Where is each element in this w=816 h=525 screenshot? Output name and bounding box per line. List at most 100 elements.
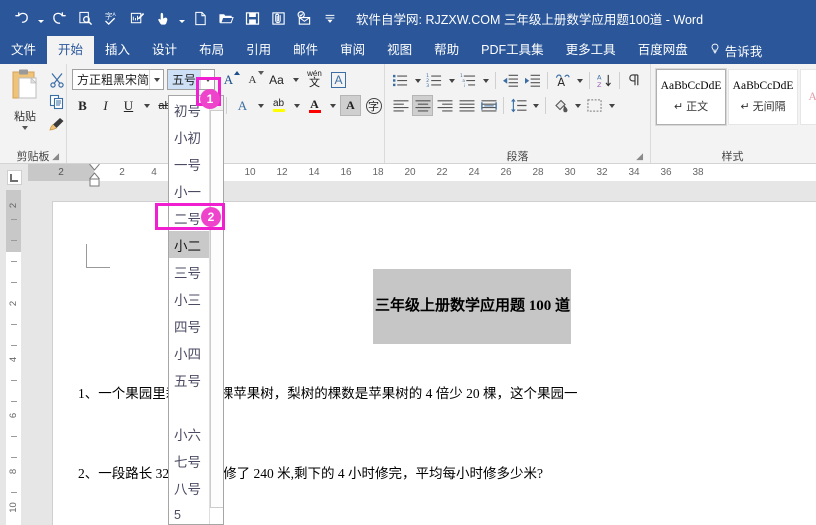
sort-icon[interactable]: AZ [594,70,615,91]
align-center-icon[interactable] [412,95,433,116]
font-size-dropdown-list[interactable]: 初号 小初 一号 小一 二号 小二 三号 小三 四号 小四 五号 小六 七号 八… [168,95,224,525]
numbering-icon[interactable]: 123 [424,70,445,91]
decrease-indent-icon[interactable] [500,70,521,91]
borders-dropdown-icon[interactable] [606,95,617,116]
edit-chart-icon[interactable] [125,6,149,30]
clipboard-dialog-launcher-icon[interactable]: ◢ [52,151,59,162]
font-size-option-xiaoliu[interactable]: 小六 [169,420,210,447]
tab-help[interactable]: 帮助 [423,36,470,64]
tab-review[interactable]: 审阅 [329,36,376,64]
show-paragraph-marks-icon[interactable] [624,70,645,91]
vertical-ruler[interactable]: 2 2 4 6 8 10 [0,190,28,525]
borders-icon[interactable] [584,95,605,116]
tab-file[interactable]: 文件 [0,36,47,64]
redo-icon[interactable] [47,6,71,30]
tab-references[interactable]: 引用 [235,36,282,64]
font-size-option-xiaosan[interactable]: 小三 [169,285,210,312]
font-size-option-xiaoyi[interactable]: 小一 [169,177,210,204]
shading-dropdown-icon[interactable] [572,95,583,116]
document-workspace[interactable]: 三年级上册数学应用题 100 道 1、一个果园里栽了 125 棵苹果树，梨树的棵… [28,190,816,525]
tab-baidu-netdisk[interactable]: 百度网盘 [627,36,699,64]
tab-pdf-tools[interactable]: PDF工具集 [470,36,555,64]
paste-button[interactable]: 粘贴 [5,68,45,133]
bullets-icon[interactable] [390,70,411,91]
font-size-option-sihao[interactable]: 四号 [169,312,210,339]
asian-layout-dropdown-icon[interactable] [574,70,585,91]
tab-stop-selector[interactable] [0,164,28,190]
document-paragraph-2[interactable]: 2、一段路长 324 米,已经修了 240 米,剩下的 4 小时修完，平均每小时… [78,462,543,482]
font-size-option-yihao[interactable]: 一号 [169,150,210,177]
tab-layout[interactable]: 布局 [188,36,235,64]
bullets-dropdown-icon[interactable] [412,70,423,91]
increase-indent-icon[interactable] [522,70,543,91]
distribute-icon[interactable] [478,95,499,116]
font-size-option-sanhao[interactable]: 三号 [169,258,210,285]
new-document-icon[interactable] [188,6,212,30]
touch-mode-dropdown-icon[interactable] [177,7,186,29]
grow-font-button[interactable]: A [218,69,240,90]
change-case-dropdown-icon[interactable] [290,69,301,90]
email-icon[interactable] [292,6,316,30]
touch-mode-icon[interactable] [151,6,175,30]
multilevel-dropdown-icon[interactable] [480,70,491,91]
char-border-button[interactable]: A [328,69,349,90]
font-color-dropdown-icon[interactable] [327,95,338,116]
font-size-option-wuhao[interactable]: 五号 [169,366,210,393]
tab-view[interactable]: 视图 [376,36,423,64]
horizontal-ruler[interactable]: 2 2 4 6 8 10 12 14 16 18 20 22 24 26 28 … [28,164,816,190]
spelling-check-icon[interactable]: 字 A [99,6,123,30]
enclose-character-button[interactable]: 字 [363,95,384,116]
undo-dropdown-icon[interactable] [36,7,45,29]
italic-button[interactable]: I [95,95,116,116]
font-size-option-qihao[interactable]: 七号 [169,447,210,474]
underline-button[interactable]: U [118,95,139,116]
document-page[interactable]: 三年级上册数学应用题 100 道 1、一个果园里栽了 125 棵苹果树，梨树的棵… [52,201,816,525]
save-icon[interactable] [240,6,264,30]
numbering-dropdown-icon[interactable] [446,70,457,91]
highlight-dropdown-icon[interactable] [291,95,302,116]
undo-icon[interactable] [10,6,34,30]
shading-icon[interactable] [550,95,571,116]
font-size-option-5[interactable]: 5 [169,501,210,524]
open-folder-icon[interactable] [214,6,238,30]
phonetic-guide-button[interactable]: wén 文 [304,69,325,90]
font-size-option-xiaochu[interactable]: 小初 [169,123,210,150]
line-spacing-dropdown-icon[interactable] [530,95,541,116]
tab-mailings[interactable]: 邮件 [282,36,329,64]
attach-icon[interactable] [266,6,290,30]
font-name-dropdown-icon[interactable] [149,70,163,89]
font-name-combobox[interactable]: 方正粗黑宋简 [72,69,164,90]
cut-icon[interactable] [47,70,67,89]
style-heading-partial[interactable]: AaB [800,69,816,125]
justify-icon[interactable] [456,95,477,116]
font-size-option-xiaoer[interactable]: 小二 [169,231,210,258]
char-shading-button[interactable]: A [340,95,361,116]
tab-more-tools[interactable]: 更多工具 [555,36,627,64]
paste-dropdown-icon[interactable] [22,126,28,130]
format-painter-icon[interactable] [47,114,67,133]
align-right-icon[interactable] [434,95,455,116]
document-paragraph-1[interactable]: 1、一个果园里栽了 125 棵苹果树，梨树的棵数是苹果树的 4 倍少 20 棵，… [78,382,578,402]
bold-button[interactable]: B [72,95,93,116]
shrink-font-button[interactable]: A [242,69,264,90]
text-effects-dropdown-icon[interactable] [255,95,266,116]
line-spacing-icon[interactable] [508,95,529,116]
copy-icon[interactable] [47,92,67,111]
tab-insert[interactable]: 插入 [94,36,141,64]
underline-dropdown-icon[interactable] [141,95,152,116]
first-line-indent-marker[interactable] [88,164,100,190]
font-color-button[interactable]: A [304,95,325,116]
tab-home[interactable]: 开始 [47,36,95,64]
scrollbar-thumb[interactable] [210,110,223,508]
style-no-spacing[interactable]: AaBbCcDdE ↵ 无间隔 [728,69,798,125]
change-case-button[interactable]: Aa [266,69,287,90]
font-size-dropdown-scrollbar[interactable] [209,96,223,524]
text-effects-button[interactable]: A [232,95,253,116]
print-preview-icon[interactable] [73,6,97,30]
font-size-option-bahao[interactable]: 八号 [169,474,210,501]
font-size-option-blank[interactable] [169,393,210,420]
paragraph-dialog-launcher-icon[interactable]: ◢ [636,151,643,162]
style-normal[interactable]: AaBbCcDdE ↵ 正文 [655,68,727,126]
document-title-selection[interactable]: 三年级上册数学应用题 100 道 [373,269,571,344]
tab-design[interactable]: 设计 [141,36,188,64]
